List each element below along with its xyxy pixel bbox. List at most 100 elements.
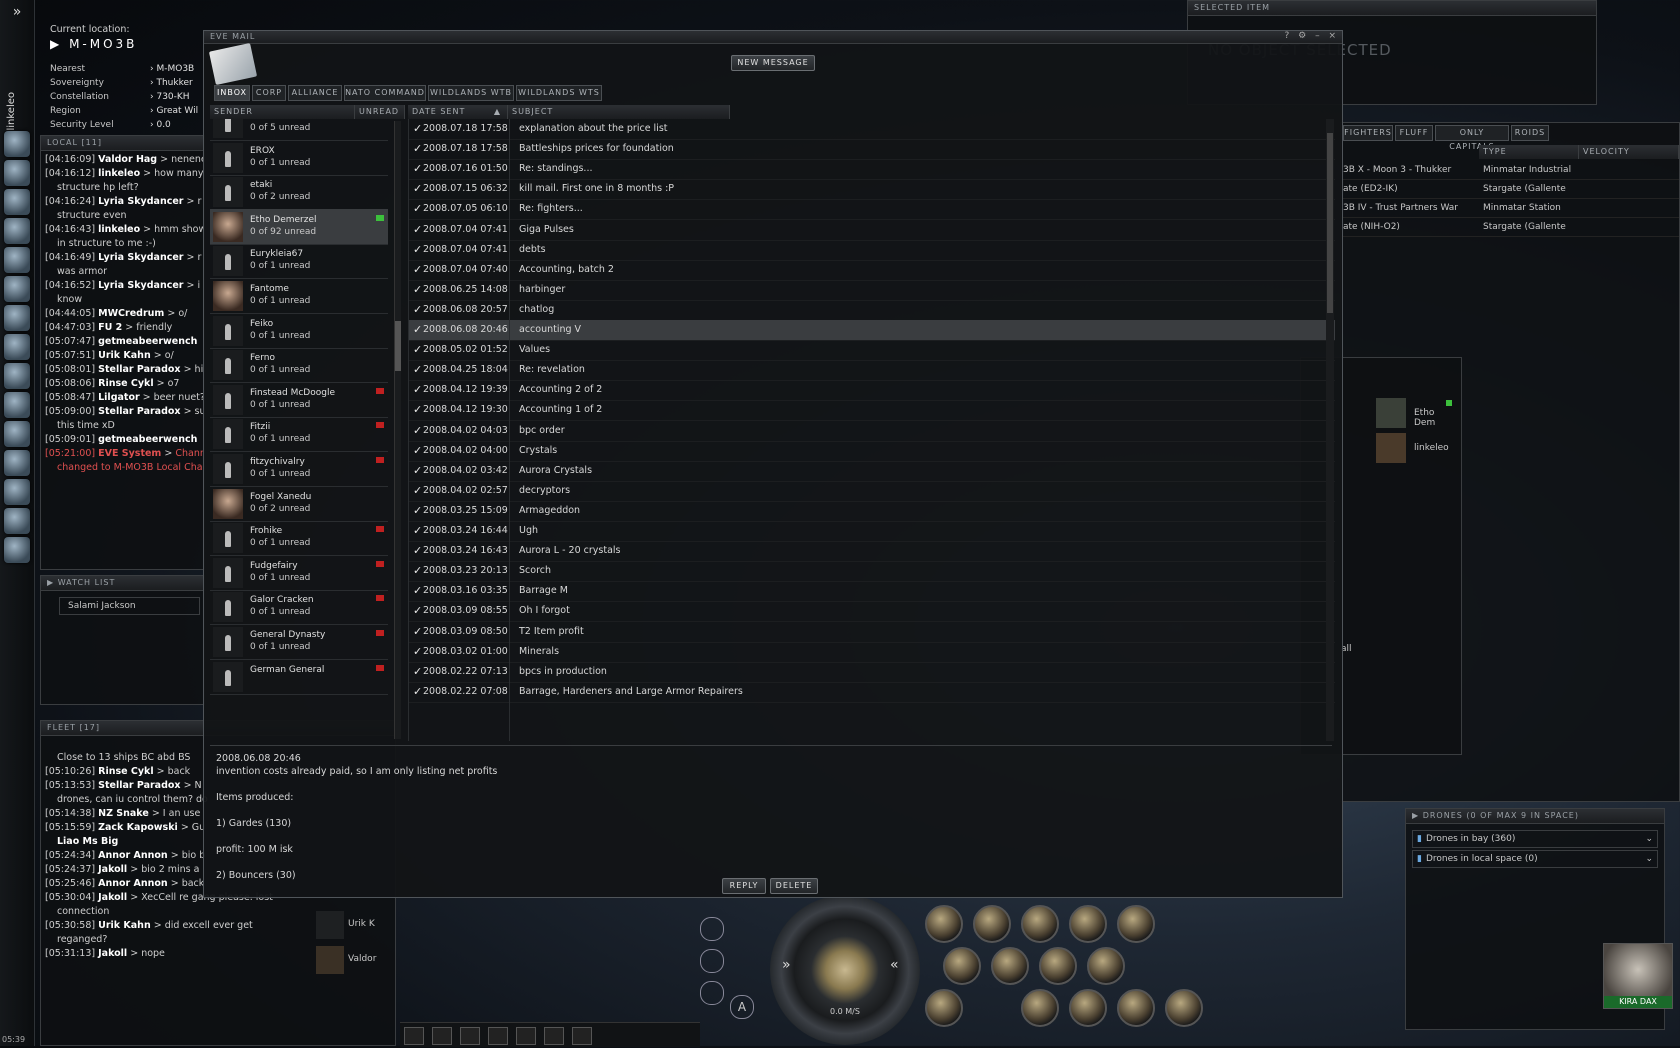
overview-tab-only-capitals[interactable]: ONLY CAPITALS <box>1435 125 1509 151</box>
message-row[interactable]: ✓ 2008.03.02 01:00 Minerals <box>409 642 1335 663</box>
chat-sender[interactable]: Annor Annon <box>98 850 168 861</box>
module-slot-8[interactable] <box>1039 947 1077 985</box>
local-chat-title[interactable]: LOCAL [11] <box>41 136 204 151</box>
sender-scrollbar[interactable] <box>394 121 401 739</box>
delete-button[interactable]: DELETE <box>770 878 818 894</box>
chat-sender[interactable]: FU 2 <box>98 322 122 333</box>
sender-row[interactable]: Galor Cracken 0 of 1 unread <box>210 589 388 626</box>
map-icon[interactable] <box>4 247 30 273</box>
drones-in-space-row[interactable]: ▮ Drones in local space (0) ⌄ <box>1412 850 1658 868</box>
sender-row[interactable]: Frohike 0 of 1 unread <box>210 520 388 557</box>
sender-row[interactable]: Ferno 0 of 1 unread <box>210 347 388 384</box>
pilot-portrait[interactable]: KIRA DAX <box>1603 943 1673 1009</box>
chat-sender[interactable]: Stellar Paradox <box>98 364 180 375</box>
overview-col-velocity[interactable]: VELOCITY <box>1579 145 1679 159</box>
chat-sender[interactable]: linkeleo <box>98 168 140 179</box>
sender-row[interactable]: General Dynasty 0 of 1 unread <box>210 624 388 660</box>
drones-title[interactable]: ▶ DRONES (0 OF MAX 9 IN SPACE) <box>1406 809 1664 824</box>
message-row[interactable]: ✓ 2008.04.12 19:30 Accounting 1 of 2 <box>409 400 1335 422</box>
journal-icon[interactable] <box>4 276 30 302</box>
tab-corp[interactable]: CORP <box>252 85 286 101</box>
chat-sender[interactable]: Annor Annon <box>98 878 168 889</box>
eye-icon[interactable] <box>404 1027 424 1045</box>
close-icon[interactable]: × <box>1328 31 1336 41</box>
chat-sender[interactable]: Jakoll <box>98 892 127 903</box>
chat-sender[interactable]: Valdor Hag <box>98 154 157 165</box>
chat-sender[interactable]: NZ Snake <box>98 808 149 819</box>
chat-sender[interactable]: Lyria Skydancer <box>98 196 183 207</box>
sender-row[interactable]: Fantome 0 of 1 unread <box>210 278 388 314</box>
overview-tab-fluff[interactable]: FLUFF <box>1395 125 1433 141</box>
message-row[interactable]: ✓ 2008.04.02 03:42 Aurora Crystals <box>409 461 1335 482</box>
message-row[interactable]: ✓ 2008.03.25 15:09 Armageddon <box>409 501 1335 522</box>
module-slot-1[interactable] <box>925 905 963 943</box>
module-slot-4[interactable] <box>1069 905 1107 943</box>
watch-list-item[interactable]: Salami Jackson <box>59 597 200 615</box>
hud-speed[interactable]: 0.0 M/S <box>770 1007 920 1016</box>
fitting-icon[interactable] <box>4 421 30 447</box>
market-icon[interactable] <box>4 450 30 476</box>
fleet-member-2[interactable]: Valdor <box>316 946 386 976</box>
col-sender[interactable]: SENDER <box>210 105 355 119</box>
settings-icon[interactable]: ⚙ <box>1298 31 1306 41</box>
loc-sovereignty[interactable]: Sovereignty › Thukker <box>50 78 193 88</box>
chat-sender[interactable]: Urik Kahn <box>98 920 151 931</box>
sender-row[interactable]: German General <box>210 659 388 695</box>
speed-down-icon[interactable]: » <box>782 957 791 973</box>
sender-row[interactable]: Fitzii 0 of 1 unread <box>210 416 388 453</box>
module-slot-3[interactable] <box>1021 905 1059 943</box>
message-row[interactable]: ✓ 2008.06.08 20:57 chatlog <box>409 300 1335 321</box>
sender-row[interactable]: Eurykleia67 0 of 1 unread <box>210 243 388 280</box>
channel-icon[interactable] <box>432 1027 452 1045</box>
message-row[interactable]: ✓ 2008.04.25 18:04 Re: revelation <box>409 360 1335 382</box>
sender-row[interactable]: Fudgefairy 0 of 1 unread <box>210 555 388 591</box>
message-scrollbar[interactable] <box>1326 119 1334 741</box>
member-row[interactable]: linkeleo <box>1376 433 1456 463</box>
tab-inbox[interactable]: INBOX <box>214 85 250 101</box>
sender-row[interactable]: Finstead McDoogle 0 of 1 unread <box>210 382 388 418</box>
message-row[interactable]: ✓ 2008.07.04 07:41 Giga Pulses <box>409 220 1335 241</box>
zoom-out-icon[interactable] <box>700 981 724 1005</box>
chat-sender[interactable]: getmeabeerwench <box>98 336 197 347</box>
message-row[interactable]: ✓ 2008.07.15 06:32 kill mail. First one in… <box>409 179 1335 201</box>
browser-icon[interactable] <box>4 537 30 563</box>
module-slot-9[interactable] <box>1087 947 1125 985</box>
mail-icon[interactable] <box>4 189 30 215</box>
module-slot-12[interactable] <box>1117 989 1155 1027</box>
module-slot-10[interactable] <box>925 989 963 1027</box>
ship-icon[interactable] <box>700 949 724 973</box>
col-subject[interactable]: SUBJECT <box>508 105 730 119</box>
module-slot-5[interactable] <box>1117 905 1155 943</box>
chat-sender[interactable]: Stellar Paradox <box>98 780 180 791</box>
overview-tab-fighters[interactable]: FIGHTERS <box>1343 125 1393 141</box>
chat-sender[interactable]: Zack Kapowski <box>98 822 178 833</box>
message-row[interactable]: ✓ 2008.04.12 19:39 Accounting 2 of 2 <box>409 380 1335 402</box>
sender-row[interactable]: EROX 0 of 1 unread <box>210 140 388 176</box>
tab-nato-command[interactable]: NATO COMMAND <box>344 85 426 101</box>
expand-neocom-icon[interactable]: » <box>0 0 34 20</box>
ship-hangar-icon[interactable] <box>4 363 30 389</box>
sender-row[interactable]: Feiko 0 of 1 unread <box>210 313 388 349</box>
message-row[interactable]: ✓ 2008.06.25 14:08 harbinger <box>409 280 1335 301</box>
message-row[interactable]: ✓ 2008.03.09 08:55 Oh I forgot <box>409 601 1335 623</box>
module-slot-2[interactable] <box>973 905 1011 943</box>
drones-in-bay-row[interactable]: ▮ Drones in bay (360) ⌄ <box>1412 830 1658 848</box>
loc-nearest[interactable]: Nearest › M-MO3B <box>50 64 194 74</box>
overview-col-type[interactable]: TYPE <box>1479 145 1579 159</box>
chat-sender[interactable]: Rinse Cykl <box>98 766 153 777</box>
chat-sender[interactable]: Liao Ms Big <box>57 836 118 847</box>
tab-wildlands-wts[interactable]: WILDLANDS WTS <box>516 85 602 101</box>
science-industry-icon[interactable] <box>4 479 30 505</box>
message-row[interactable]: ✓ 2008.07.04 07:41 debts <box>409 240 1335 261</box>
remove-channel-icon[interactable] <box>488 1027 508 1045</box>
grid-icon[interactable] <box>544 1027 564 1045</box>
assets-icon[interactable] <box>4 334 30 360</box>
message-row[interactable]: ✓ 2008.07.18 17:58 explanation about the p… <box>409 119 1335 140</box>
col-date-sent[interactable]: DATE SENT ▲ <box>408 105 508 119</box>
chat-sender[interactable]: Jakoll <box>98 948 127 959</box>
fleet-icon[interactable] <box>4 508 30 534</box>
fleet-member-1[interactable]: Urik K <box>316 911 386 941</box>
sender-row[interactable]: fitzychivalry 0 of 1 unread <box>210 451 388 487</box>
sender-row[interactable]: etaki 0 of 2 unread <box>210 174 388 211</box>
broadcast-icon[interactable] <box>572 1027 592 1045</box>
